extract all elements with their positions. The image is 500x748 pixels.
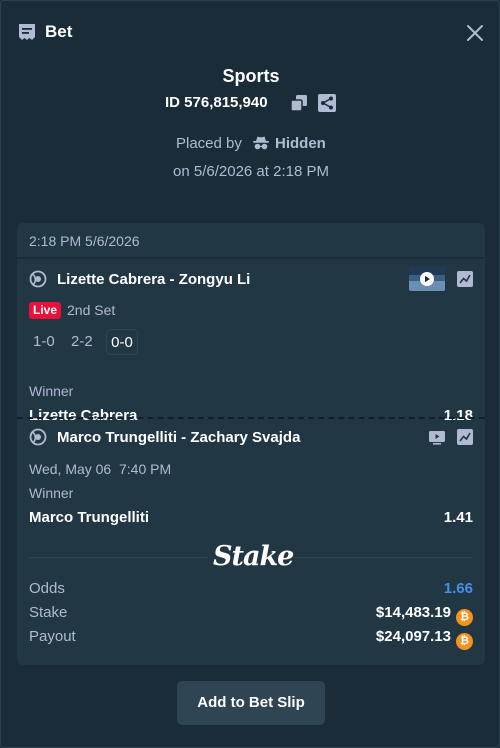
bet-leg: Lizette Cabrera - Zongyu Li Live 2nd Set… <box>17 261 485 424</box>
placed-date: on 5/6/2026 at 2:18 PM <box>173 163 329 180</box>
total-odds-row: Odds 1.66 <box>29 579 473 599</box>
match-name[interactable]: Lizette Cabrera - Zongyu Li <box>57 271 250 289</box>
live-stream-icon[interactable] <box>409 267 445 291</box>
payout-value: $24,097.13 <box>375 628 451 645</box>
bet-id-row: ID 576,815,940 <box>1 93 500 113</box>
odds-label: Odds <box>29 580 65 597</box>
stats-chart-icon[interactable] <box>456 270 474 288</box>
bitcoin-icon: ₿ <box>456 609 473 626</box>
bitcoin-icon: ₿ <box>456 633 473 650</box>
brand-divider: Stake <box>17 539 485 575</box>
stake-logo: Stake <box>213 541 294 572</box>
copy-icon[interactable] <box>289 93 309 113</box>
match-date: Wed, May 06 7:40 PM <box>29 461 172 477</box>
divider-line <box>295 557 473 558</box>
stake-label: Stake <box>29 604 68 621</box>
bet-details-modal: Bet Sports ID 576,815,940 Placed by Hidd… <box>0 0 500 748</box>
share-icon[interactable] <box>317 93 337 113</box>
modal-title: Bet <box>45 22 73 41</box>
divider-line <box>29 557 207 558</box>
match-name[interactable]: Marco Trungelliti - Zachary Svajda <box>57 429 300 447</box>
selection-odds: 1.41 <box>443 509 473 526</box>
stake-amount: $14,483.19 ₿ <box>376 604 473 626</box>
tv-icon[interactable] <box>428 428 446 446</box>
placed-by-row: Placed by Hidden <box>1 133 500 153</box>
stats-chart-icon[interactable] <box>456 428 474 446</box>
game-score: 2-2 <box>71 333 93 350</box>
close-icon[interactable] <box>463 21 487 45</box>
stake-value: $14,483.19 <box>375 604 451 621</box>
bet-leg: Marco Trungelliti - Zachary Svajda Wed, … <box>17 419 485 539</box>
selection-name: Marco Trungelliti <box>29 509 150 526</box>
payout-amount: $24,097.13 ₿ <box>376 628 473 650</box>
bet-slip-icon <box>19 24 35 40</box>
market-name: Winner <box>29 383 74 399</box>
add-to-bet-slip-button[interactable]: Add to Bet Slip <box>177 681 325 725</box>
set-score: 1-0 <box>33 333 55 350</box>
modal-header: Bet <box>1 1 500 63</box>
period-label: 2nd Set <box>67 302 116 318</box>
payout-row: Payout $24,097.13 ₿ <box>29 627 473 650</box>
bet-id: ID 576,815,940 <box>165 94 268 112</box>
bet-card: 2:18 PM 5/6/2026 Lizette Cabrera - Zongy… <box>17 223 485 665</box>
payout-label: Payout <box>29 628 76 645</box>
point-score: 0-0 <box>106 329 138 355</box>
bet-card-header: 2:18 PM 5/6/2026 <box>17 223 485 259</box>
incognito-icon <box>253 136 269 150</box>
odds-value: 1.66 <box>443 580 473 597</box>
placed-by-label: Placed by <box>176 135 242 152</box>
stake-row: Stake $14,483.19 ₿ <box>29 603 473 626</box>
live-badge: Live <box>29 302 62 319</box>
tennis-ball-icon <box>29 428 47 446</box>
tennis-ball-icon <box>29 270 47 288</box>
sport-title: Sports <box>222 66 280 86</box>
bet-timestamp: 2:18 PM 5/6/2026 <box>29 233 140 249</box>
market-name: Winner <box>29 485 74 501</box>
placed-by-user: Hidden <box>275 135 326 152</box>
bet-id-value: 576,815,940 <box>184 94 268 111</box>
bet-id-label: ID <box>165 94 180 111</box>
